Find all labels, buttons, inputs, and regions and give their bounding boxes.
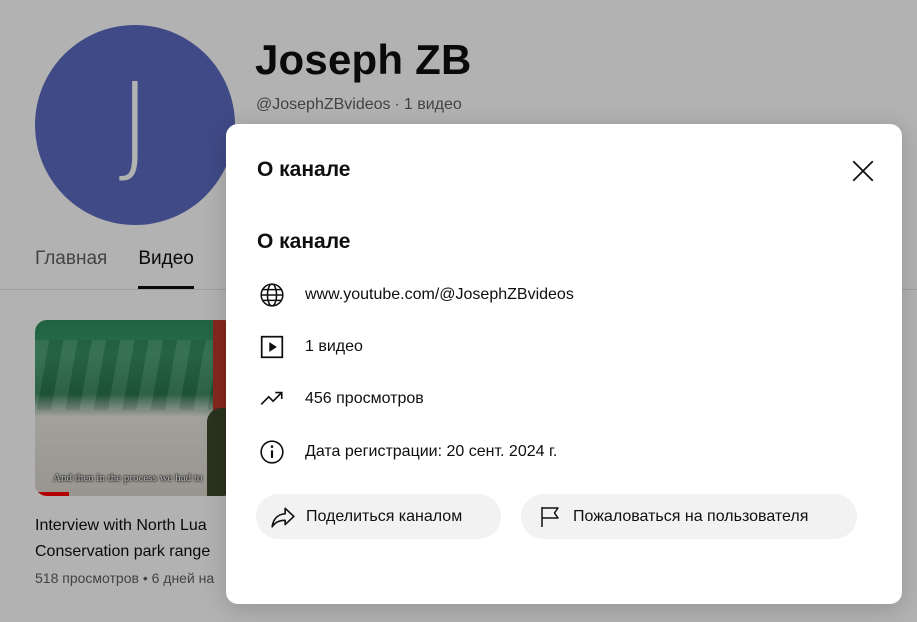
joined-date-row: Дата регистрации: 20 сент. 2024 г. [257, 437, 557, 467]
section-title: О канале [257, 230, 351, 253]
channel-url-link[interactable]: www.youtube.com/@JosephZBvideos [305, 286, 574, 304]
share-channel-label: Поделиться каналом [306, 507, 463, 525]
share-channel-button[interactable]: Поделиться каналом [256, 494, 501, 539]
channel-url-row: www.youtube.com/@JosephZBvideos [257, 280, 574, 310]
trending-icon [257, 384, 287, 414]
about-channel-dialog: О канале О канале www.youtube.com/@Josep… [226, 124, 902, 604]
dialog-title: О канале [257, 158, 351, 181]
report-user-button[interactable]: Пожаловаться на пользователя [521, 494, 857, 539]
views-count-row: 456 просмотров [257, 384, 424, 414]
videos-count-text: 1 видео [305, 338, 363, 355]
report-user-label: Пожаловаться на пользователя [573, 507, 809, 525]
joined-date-text: Дата регистрации: 20 сент. 2024 г. [305, 443, 558, 460]
flag-icon [537, 504, 563, 530]
video-play-icon [257, 332, 287, 362]
globe-icon [257, 280, 287, 310]
share-arrow-icon [270, 504, 296, 530]
info-icon [257, 437, 287, 467]
close-icon [852, 160, 874, 182]
videos-count-row: 1 видео [257, 332, 363, 362]
views-count-text: 456 просмотров [305, 390, 424, 407]
close-button[interactable] [838, 146, 888, 196]
